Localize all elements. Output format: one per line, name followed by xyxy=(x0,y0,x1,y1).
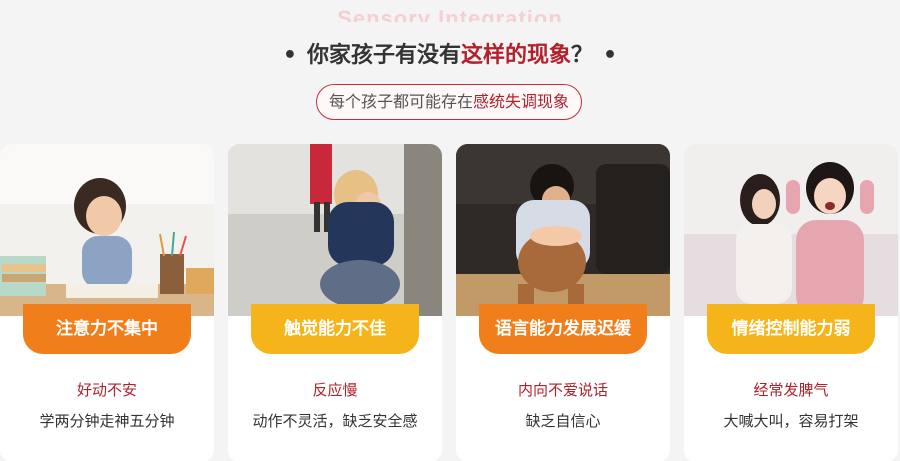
symptom-card-language[interactable]: 语言能力发展迟缓 内向不爱说话 缺乏自信心 xyxy=(456,144,670,461)
card-badge: 触觉能力不佳 xyxy=(251,304,419,354)
card-description: 学两分钟走神五分钟 xyxy=(39,412,175,430)
card-badge: 情绪控制能力弱 xyxy=(707,304,875,354)
title-bullet-left: • xyxy=(282,43,297,68)
title-suffix: ？ xyxy=(571,43,594,68)
title-highlight: 这样的现象 xyxy=(460,43,571,68)
card-symptom: 经常发脾气 xyxy=(753,381,829,399)
symptom-card-emotion[interactable]: 情绪控制能力弱 经常发脾气 大喊大叫，容易打架 xyxy=(684,144,898,461)
card-badge: 语言能力发展迟缓 xyxy=(479,304,647,354)
subtitle-highlight: 感统失调现象 xyxy=(473,92,570,111)
symptom-card-touch[interactable]: 触觉能力不佳 反应慢 动作不灵活，缺乏安全感 xyxy=(228,144,442,461)
watermark-text: Sensory Integration xyxy=(337,6,563,22)
card-symptom: 好动不安 xyxy=(76,381,137,399)
title-bullet-right: • xyxy=(603,43,618,68)
card-photo-sad-boy xyxy=(228,144,442,316)
page-title: • 你家孩子有没有这样的现象？ • xyxy=(0,40,900,72)
card-photo-upset-girl xyxy=(684,144,898,316)
card-description: 大喊大叫，容易打架 xyxy=(723,412,859,430)
subtitle-pill: 每个孩子都可能存在感统失调现象 xyxy=(316,84,582,120)
card-description: 动作不灵活，缺乏安全感 xyxy=(252,412,418,430)
symptom-card-attention[interactable]: 注意力不集中 好动不安 学两分钟走神五分钟 xyxy=(0,144,214,461)
card-symptom: 内向不爱说话 xyxy=(517,381,608,399)
card-symptom: 反应慢 xyxy=(312,381,358,399)
subtitle-prefix: 每个孩子都可能存在 xyxy=(328,92,473,111)
card-description: 缺乏自信心 xyxy=(525,412,601,430)
card-photo-girl-studying xyxy=(0,144,214,316)
card-photo-boy-on-floor xyxy=(456,144,670,316)
title-prefix: 你家孩子有没有 xyxy=(306,43,461,68)
card-badge: 注意力不集中 xyxy=(23,304,191,354)
